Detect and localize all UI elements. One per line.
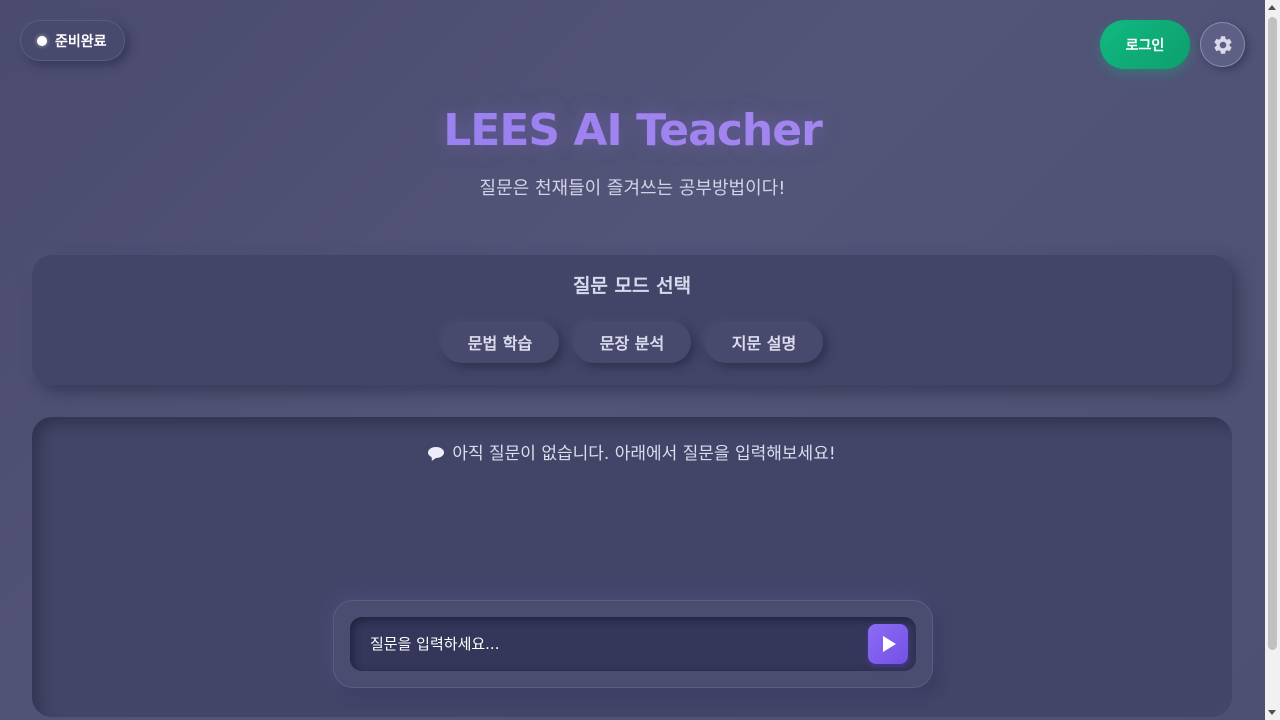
mode-button-sentence-analysis[interactable]: 문장 분석 (573, 321, 691, 363)
question-input[interactable] (350, 617, 916, 671)
scrollbar-thumb[interactable] (1268, 17, 1277, 650)
scroll-up-arrow-icon[interactable] (1268, 5, 1276, 10)
gear-icon (1213, 35, 1232, 54)
status-dot-icon (37, 35, 47, 46)
question-input-bar (333, 600, 933, 688)
mode-button-grammar[interactable]: 문법 학습 (441, 321, 559, 363)
mode-button-group: 문법 학습 문장 분석 지문 설명 (32, 321, 1232, 363)
scroll-down-arrow-icon[interactable] (1268, 710, 1276, 715)
mode-selection-panel: 질문 모드 선택 문법 학습 문장 분석 지문 설명 (32, 255, 1232, 385)
page-subtitle: 질문은 천재들이 즐겨쓰는 공부방법이다! (479, 178, 786, 199)
status-indicator: 준비완료 (20, 20, 125, 61)
login-button[interactable]: 로그인 (1100, 20, 1190, 69)
empty-chat-text: 아직 질문이 없습니다. 아래에서 질문을 입력해보세요! (452, 444, 836, 464)
play-icon (883, 636, 896, 652)
mode-panel-title: 질문 모드 선택 (572, 275, 692, 297)
empty-chat-message: 아직 질문이 없습니다. 아래에서 질문을 입력해보세요! (32, 442, 1232, 466)
send-button[interactable] (868, 624, 908, 664)
speech-bubble-icon (428, 446, 445, 458)
status-label: 준비완료 (55, 33, 107, 50)
mode-button-passage-explanation[interactable]: 지문 설명 (705, 321, 823, 363)
settings-button[interactable] (1200, 22, 1245, 67)
page-title: LEES AI Teacher (0, 100, 1265, 162)
vertical-scrollbar[interactable] (1265, 0, 1280, 720)
